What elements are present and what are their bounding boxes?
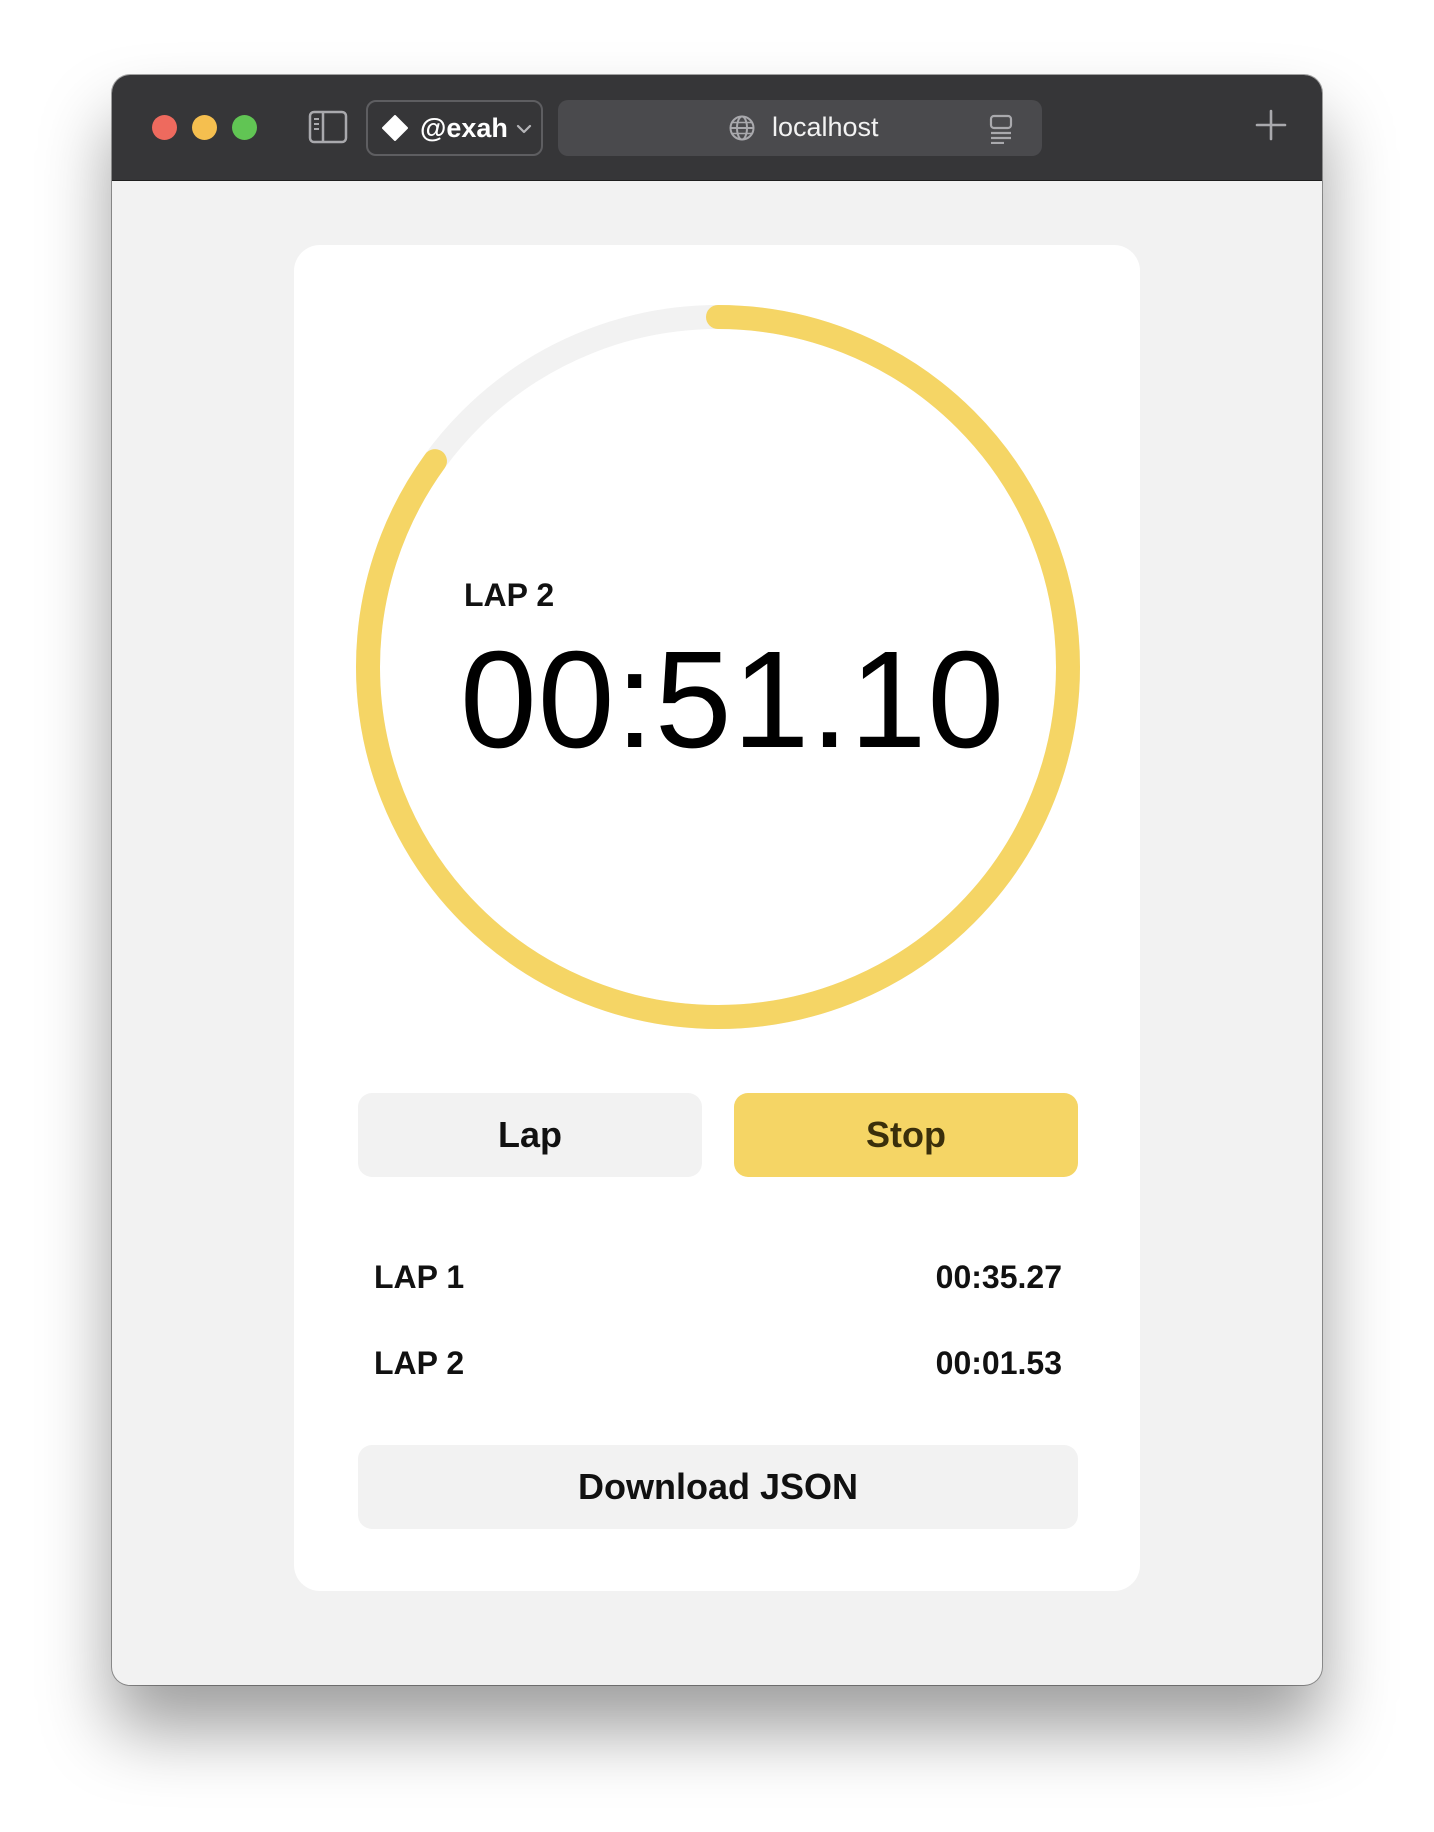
sidebar-toggle-icon[interactable] bbox=[308, 110, 348, 144]
globe-icon bbox=[729, 115, 755, 141]
lap-button[interactable]: Lap bbox=[358, 1093, 702, 1177]
lap-list: LAP 1 00:35.27 LAP 2 00:01.53 bbox=[374, 1245, 1062, 1417]
profile-label: @exah bbox=[420, 113, 508, 143]
lap-time: 00:35.27 bbox=[935, 1259, 1062, 1295]
zoom-window-button[interactable] bbox=[232, 115, 257, 140]
address-bar[interactable]: localhost bbox=[558, 100, 1042, 156]
plus-icon[interactable] bbox=[1254, 108, 1288, 142]
lap-row: LAP 2 00:01.53 bbox=[374, 1331, 1062, 1417]
current-lap-label: LAP 2 bbox=[464, 577, 555, 613]
url-text: localhost bbox=[772, 112, 879, 142]
lap-time: 00:01.53 bbox=[935, 1345, 1062, 1381]
reader-mode-icon[interactable] bbox=[988, 114, 1014, 144]
elapsed-time: 00:51.10 bbox=[460, 623, 1006, 777]
title-bar: @exah localhost bbox=[112, 75, 1322, 181]
stop-button[interactable]: Stop bbox=[734, 1093, 1078, 1177]
stopwatch-card: LAP 2 00:51.10 Lap Stop LAP 1 00:35.27 L… bbox=[294, 245, 1140, 1591]
lap-name: LAP 2 bbox=[374, 1345, 465, 1381]
chevron-down-icon bbox=[516, 124, 532, 134]
close-window-button[interactable] bbox=[152, 115, 177, 140]
lap-row: LAP 1 00:35.27 bbox=[374, 1245, 1062, 1331]
lap-name: LAP 1 bbox=[374, 1259, 465, 1295]
download-json-button[interactable]: Download JSON bbox=[358, 1445, 1078, 1529]
browser-window: @exah localhost LAP 2 00:51.10 Lap Stop … bbox=[112, 75, 1322, 1685]
diamond-icon bbox=[382, 115, 408, 141]
minimize-window-button[interactable] bbox=[192, 115, 217, 140]
profile-switcher[interactable]: @exah bbox=[366, 100, 543, 156]
